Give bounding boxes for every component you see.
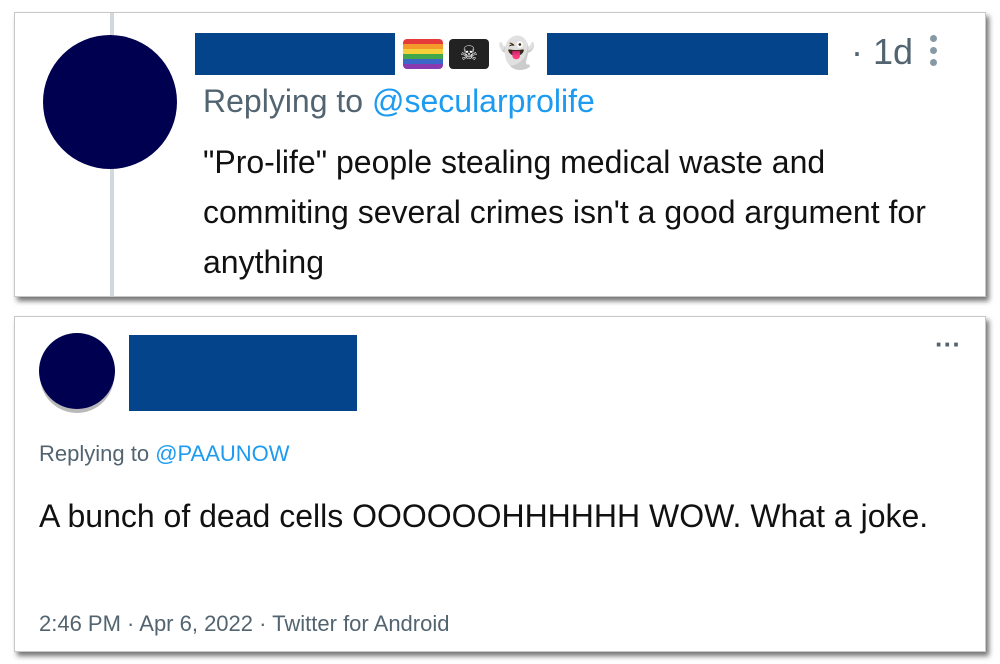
rainbow-flag-icon	[403, 39, 443, 69]
redacted-display-name	[195, 33, 395, 75]
replying-to-label: Replying to	[203, 83, 372, 119]
ghost-icon: 👻	[498, 37, 536, 70]
tweet-card-1[interactable]: ☠ 👻 · 1d Replying to @secularprolife "Pr…	[14, 12, 986, 297]
redacted-display-name	[129, 335, 357, 411]
tweet-text: A bunch of dead cells OOOOOOHHHHHH WOW. …	[39, 498, 929, 534]
more-options-icon[interactable]: ···	[935, 331, 961, 357]
more-options-icon[interactable]	[930, 35, 938, 71]
mention-link[interactable]: @secularprolife	[372, 83, 595, 119]
avatar[interactable]	[43, 35, 177, 169]
tweet-metadata: 2:46 PM · Apr 6, 2022 · Twitter for Andr…	[39, 611, 450, 636]
replying-to: Replying to @PAAUNOW	[39, 441, 290, 467]
tweet-text: "Pro-life" people stealing medical waste…	[203, 144, 926, 280]
redacted-handle	[547, 33, 828, 75]
tweet-card-2[interactable]: ··· Replying to @PAAUNOW A bunch of dead…	[14, 316, 986, 652]
mention-link[interactable]: @PAAUNOW	[155, 441, 289, 466]
pirate-flag-icon: ☠	[449, 39, 489, 69]
replying-to: Replying to @secularprolife	[203, 83, 595, 120]
replying-to-label: Replying to	[39, 441, 156, 466]
avatar[interactable]	[39, 333, 115, 409]
timestamp[interactable]: · 1d	[851, 31, 913, 73]
